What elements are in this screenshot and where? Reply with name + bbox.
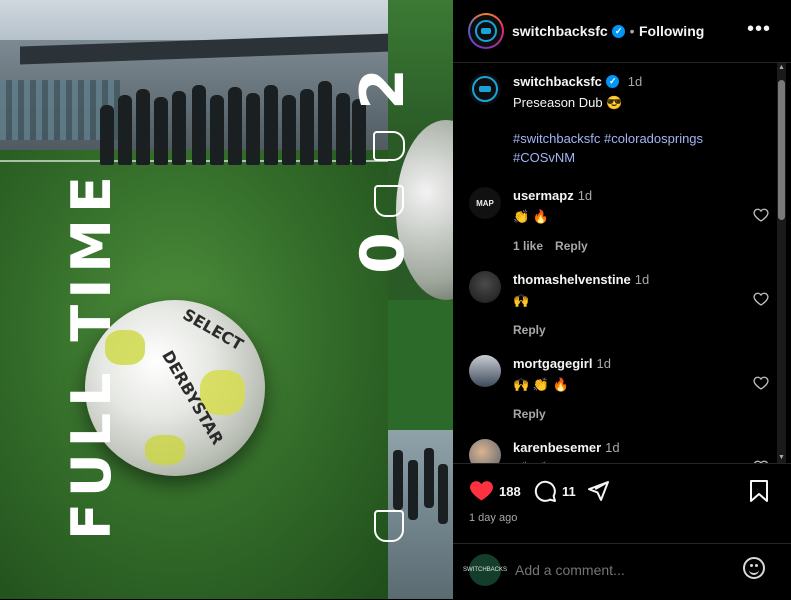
comment-count[interactable]: 11 [562,484,576,499]
comment-like-heart-icon[interactable] [753,291,769,307]
caption-username[interactable]: switchbacksfc [513,74,602,89]
club-crest [374,510,404,542]
save-bookmark-icon[interactable] [749,479,769,503]
comment-time[interactable]: 1d [578,188,592,203]
comment-bubble-icon[interactable] [533,479,557,503]
scroll-up-arrow-icon[interactable]: ▲ [777,63,786,73]
commenter-avatar[interactable] [469,271,501,303]
post-timestamp[interactable]: 1 day ago [469,512,517,524]
caption: switchbacksfc ✓ 1d Preseason Dub 😎 #swit… [469,73,769,183]
post-author-username[interactable]: switchbacksfc [512,23,608,39]
new-mexico-crest [374,185,404,217]
verified-badge-icon: ✓ [612,25,626,39]
hashtag-line-2[interactable]: #COSvNM [513,148,743,167]
commenter-avatar[interactable] [469,439,501,463]
comment-time[interactable]: 1d [605,440,619,455]
comment-time[interactable]: 1d [596,356,610,371]
switchbacks-logo-icon [474,19,498,43]
comment-time[interactable]: 1d [635,272,649,287]
score-home: 2 [347,68,418,110]
comment-text: 🙌 👏 🔥 [513,377,569,392]
team-huddle [100,80,370,165]
reply-button[interactable]: Reply [555,239,588,253]
reply-button[interactable]: Reply [513,407,546,421]
profile-avatar[interactable] [470,15,502,47]
following-button[interactable]: Following [639,23,704,39]
score-away: 0 [347,232,418,274]
comment-likes[interactable]: 1 like [513,239,543,253]
comments-list[interactable]: switchbacksfc ✓ 1d Preseason Dub 😎 #swit… [453,63,791,463]
switchbacks-crest [373,131,405,161]
comment-item: karenbesemer1d 👏 👏 [469,439,769,463]
post-header: switchbacksfc ✓ • Following ••• [453,0,791,63]
comment-item: MAP usermapz 1d 👏 🔥 1 like Reply [469,187,769,257]
share-send-icon[interactable] [586,479,610,503]
verified-badge-icon: ✓ [606,75,620,89]
comment-like-heart-icon[interactable] [753,207,769,223]
like-heart-icon[interactable] [469,479,494,503]
caption-time[interactable]: 1d [628,74,642,89]
scroll-down-arrow-icon[interactable]: ▼ [777,453,786,463]
post-side-panel: switchbacksfc ✓ • Following ••• switchba… [453,0,791,599]
commenter-avatar[interactable]: MAP [469,187,501,219]
reply-button[interactable]: Reply [513,323,546,337]
comment-username[interactable]: mortgagegirl [513,356,592,371]
comment-item: thomashelvenstine 1d 🙌 Reply [469,271,769,341]
post-actions: 188 11 1 day ago [453,463,791,544]
caption-text: Preseason Dub 😎 [513,95,623,110]
add-comment-bar: SWITCHBACKS [453,543,791,600]
scrollbar-thumb[interactable] [778,80,785,220]
comment-username[interactable]: usermapz [513,188,574,203]
comment-text: 👏 🔥 [513,209,549,224]
profile-avatar-ring[interactable] [468,13,504,49]
comment-username[interactable]: karenbesemer [513,440,601,455]
caption-avatar[interactable] [469,73,501,105]
post-image[interactable]: DERBYSTAR SELECT FULL TIME 2 0 [0,0,453,599]
comment-text: 🙌 [513,293,530,308]
emoji-picker-icon[interactable] [743,557,765,579]
more-options-icon[interactable]: ••• [747,18,771,41]
hashtag-line-1[interactable]: #switchbacksfc #coloradosprings [513,129,743,148]
caption-hashtags: #switchbacksfc #coloradosprings #COSvNM [513,129,743,167]
comment-username[interactable]: thomashelvenstine [513,272,631,287]
commenter-avatar[interactable] [469,355,501,387]
comments-scrollbar[interactable]: ▲ ▼ [777,63,786,463]
current-user-avatar[interactable]: SWITCHBACKS [463,554,507,586]
separator: • [629,23,635,39]
comment-item: mortgagegirl 1d 🙌 👏 🔥 Reply [469,355,769,425]
full-time-headline: FULL TIME [60,170,123,540]
switchbacks-logo-icon [472,76,498,102]
comment-like-heart-icon[interactable] [753,375,769,391]
like-count[interactable]: 188 [499,484,521,499]
add-comment-input[interactable] [513,561,727,579]
